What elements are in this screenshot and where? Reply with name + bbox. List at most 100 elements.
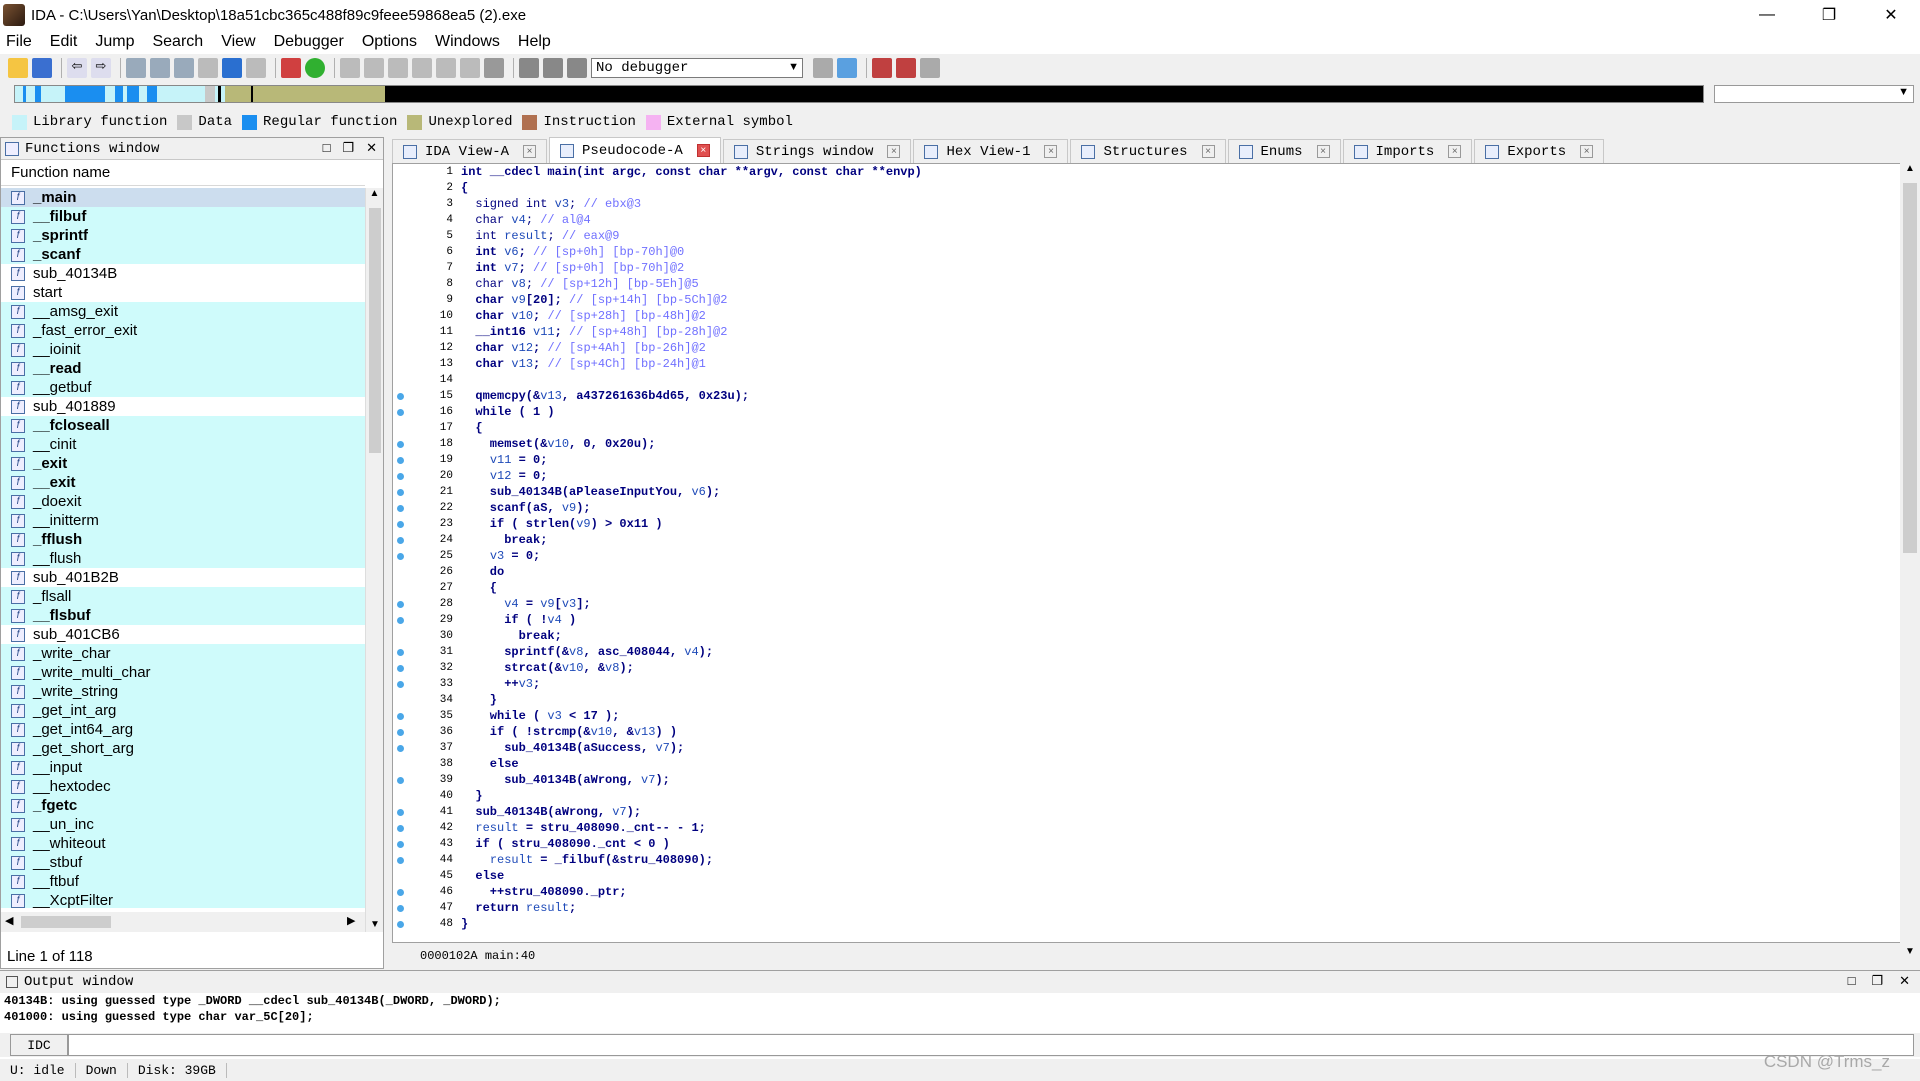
add-breakpoint-icon[interactable]: [896, 58, 916, 78]
code-line[interactable]: 16 while ( 1 ): [397, 404, 1885, 420]
functions-list[interactable]: f _main f __filbuf f _sprintf f _scanf f sub_4013…: [1, 188, 365, 908]
close-tab-icon[interactable]: ×: [1044, 145, 1058, 158]
close-tab-icon[interactable]: ×: [887, 145, 901, 158]
breakpoint-dot-icon[interactable]: [397, 713, 404, 720]
struct-icon[interactable]: [436, 58, 456, 78]
code-line[interactable]: 19 v11 = 0;: [397, 452, 1885, 468]
tab-strings-window[interactable]: Strings window ×: [722, 139, 912, 163]
function-row[interactable]: f _flsall: [1, 587, 365, 606]
menu-edit[interactable]: Edit: [50, 33, 78, 51]
code-line[interactable]: 31 sprintf(&v8, asc_408044, v4);: [397, 644, 1885, 660]
float-pane-icon[interactable]: ❐: [1871, 973, 1883, 989]
function-row[interactable]: f __fcloseall: [1, 416, 365, 435]
play-icon[interactable]: [519, 58, 539, 78]
code-line[interactable]: 45 else: [425, 868, 1885, 884]
code-line[interactable]: 14: [425, 372, 1885, 388]
function-row[interactable]: f sub_401CB6: [1, 625, 365, 644]
function-row[interactable]: f sub_401B2B: [1, 568, 365, 587]
navigation-strip[interactable]: [14, 85, 1704, 103]
code-line[interactable]: 40 }: [425, 788, 1885, 804]
search-text-icon[interactable]: [150, 58, 170, 78]
breakpoint-dot-icon[interactable]: [397, 505, 404, 512]
function-row[interactable]: f _fgetc: [1, 796, 365, 815]
close-tab-icon[interactable]: ×: [1201, 145, 1215, 158]
function-row[interactable]: f _main: [1, 188, 365, 207]
jump-down-icon[interactable]: [222, 58, 242, 78]
function-row[interactable]: f __exit: [1, 473, 365, 492]
function-row[interactable]: f __cinit: [1, 435, 365, 454]
function-row[interactable]: f __ftbuf: [1, 872, 365, 891]
string-icon[interactable]: [388, 58, 408, 78]
function-row[interactable]: f _fflush: [1, 530, 365, 549]
graph-icon[interactable]: [281, 58, 301, 78]
code-line[interactable]: 46 ++stru_408090._ptr;: [397, 884, 1885, 900]
breakpoint-dot-icon[interactable]: [397, 841, 404, 848]
code-line[interactable]: 47 return result;: [397, 900, 1885, 916]
tab-pseudocode-a[interactable]: Pseudocode-A ×: [549, 137, 721, 163]
restore-button[interactable]: ❐: [1800, 0, 1858, 30]
breakpoint-dot-icon[interactable]: [397, 777, 404, 784]
code-line[interactable]: 39 sub_40134B(aWrong, v7);: [397, 772, 1885, 788]
function-row[interactable]: f _write_string: [1, 682, 365, 701]
close-tab-icon[interactable]: ×: [1580, 145, 1594, 158]
breakpoint-dot-icon[interactable]: [397, 649, 404, 656]
function-row[interactable]: f _get_short_arg: [1, 739, 365, 758]
function-row[interactable]: f __initterm: [1, 511, 365, 530]
breakpoint-dot-icon[interactable]: [397, 729, 404, 736]
code-line[interactable]: 37 sub_40134B(aSuccess, v7);: [397, 740, 1885, 756]
hscroll-thumb[interactable]: [21, 916, 111, 928]
tab-exports[interactable]: Exports ×: [1474, 139, 1605, 163]
breakpoint-dot-icon[interactable]: [397, 489, 404, 496]
code-line[interactable]: 42 result = stru_408090._cnt-- - 1;: [397, 820, 1885, 836]
function-row[interactable]: f _write_multi_char: [1, 663, 365, 682]
breakpoint-dot-icon[interactable]: [397, 905, 404, 912]
tab-hex-view-1[interactable]: Hex View-1 ×: [913, 139, 1069, 163]
command-input[interactable]: [68, 1034, 1914, 1056]
menu-file[interactable]: File: [6, 33, 32, 51]
code-line[interactable]: 9 char v9[20]; // [sp+14h] [bp-5Ch]@2: [425, 292, 1885, 308]
functions-horizontal-scrollbar[interactable]: ◀ ▶: [1, 912, 365, 932]
code-line[interactable]: 6 int v6; // [sp+0h] [bp-70h]@0: [425, 244, 1885, 260]
code-line[interactable]: 26 do: [425, 564, 1885, 580]
stop-icon[interactable]: [567, 58, 587, 78]
code-line[interactable]: 1 int __cdecl main(int argc, const char *…: [425, 164, 1885, 180]
save-icon[interactable]: [32, 58, 52, 78]
code-line[interactable]: 8 char v8; // [sp+12h] [bp-5Eh]@5: [425, 276, 1885, 292]
close-button[interactable]: ✕: [1862, 0, 1920, 30]
function-row[interactable]: f __whiteout: [1, 834, 365, 853]
breakpoint-dot-icon[interactable]: [397, 521, 404, 528]
code-line[interactable]: 25 v3 = 0;: [397, 548, 1885, 564]
function-row[interactable]: f _sprintf: [1, 226, 365, 245]
function-row[interactable]: f __input: [1, 758, 365, 777]
breakpoint-dot-icon[interactable]: [397, 553, 404, 560]
code-line[interactable]: 34 }: [425, 692, 1885, 708]
breakpoint-dot-icon[interactable]: [397, 745, 404, 752]
float-pane-icon[interactable]: ❐: [342, 140, 354, 156]
breakpoint-list-icon[interactable]: [872, 58, 892, 78]
pseudocode-scrollbar[interactable]: ▲ ▼: [1900, 163, 1920, 963]
code-line[interactable]: 44 result = _filbuf(&stru_408090);: [397, 852, 1885, 868]
column-header-function-name[interactable]: Function name: [1, 160, 365, 186]
tab-imports[interactable]: Imports ×: [1342, 139, 1473, 163]
close-pane-icon[interactable]: ✕: [1899, 973, 1910, 989]
scroll-down-icon[interactable]: ▼: [370, 919, 380, 930]
function-row[interactable]: f _write_char: [1, 644, 365, 663]
code-line[interactable]: 12 char v12; // [sp+4Ah] [bp-26h]@2: [425, 340, 1885, 356]
tab-enums[interactable]: Enums ×: [1227, 139, 1341, 163]
code-line[interactable]: 20 v12 = 0;: [397, 468, 1885, 484]
open-file-icon[interactable]: [8, 58, 28, 78]
undefine-icon[interactable]: [460, 58, 480, 78]
array-icon[interactable]: [412, 58, 432, 78]
code-line[interactable]: 30 break;: [425, 628, 1885, 644]
function-row[interactable]: f __ioinit: [1, 340, 365, 359]
code-line[interactable]: 41 sub_40134B(aWrong, v7);: [397, 804, 1885, 820]
code-line[interactable]: 3 signed int v3; // ebx@3: [425, 196, 1885, 212]
function-row[interactable]: f __read: [1, 359, 365, 378]
code-line[interactable]: 33 ++v3;: [397, 676, 1885, 692]
code-line[interactable]: 23 if ( strlen(v9) > 0x11 ): [397, 516, 1885, 532]
function-row[interactable]: f _get_int64_arg: [1, 720, 365, 739]
scroll-left-icon[interactable]: ◀: [5, 914, 13, 927]
menu-help[interactable]: Help: [518, 33, 551, 51]
code-line[interactable]: 7 int v7; // [sp+0h] [bp-70h]@2: [425, 260, 1885, 276]
breakpoint-dot-icon[interactable]: [397, 825, 404, 832]
